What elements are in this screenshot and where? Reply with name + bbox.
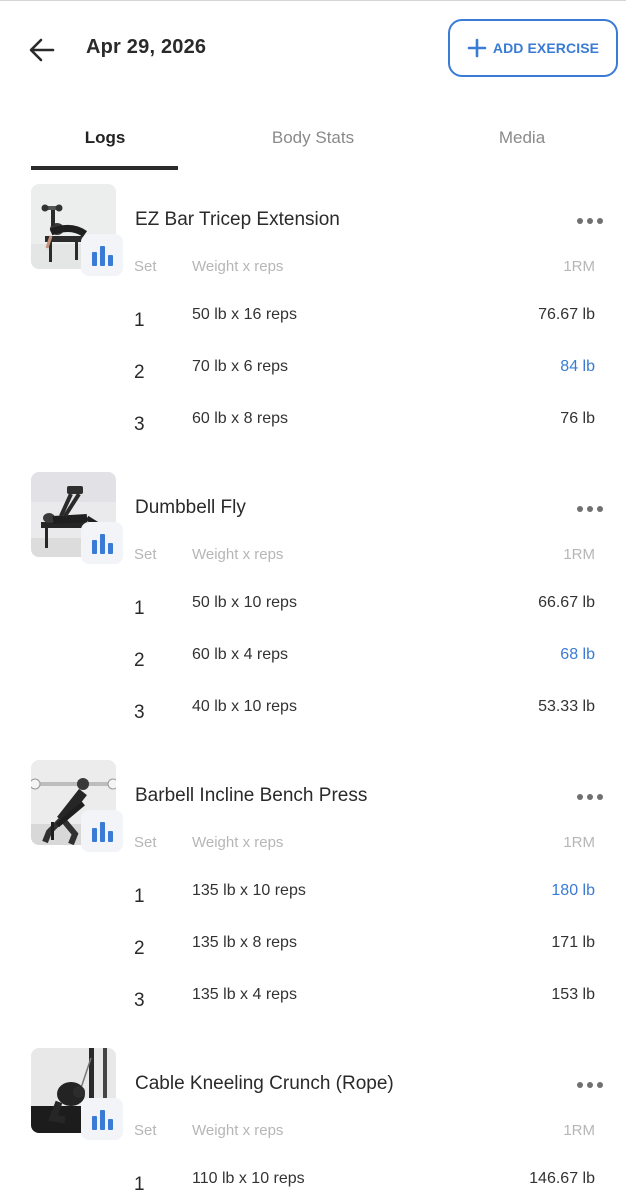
arrow-left-icon	[29, 38, 55, 62]
one-rep-max: 53.33 lb	[538, 698, 595, 715]
weight-reps: 60 lb x 8 reps	[192, 410, 289, 427]
set-number: 1	[134, 886, 145, 907]
one-rep-max: 76.67 lb	[538, 306, 595, 323]
weight-column-header: Weight x reps	[192, 258, 284, 275]
set-number: 2	[134, 938, 145, 959]
one-rep-max-record: 68 lb	[560, 646, 595, 663]
set-row[interactable]: 1 110 lb x 10 reps 146.67 lb	[0, 1166, 626, 1200]
one-rep-max-record: 84 lb	[560, 358, 595, 375]
weight-reps: 135 lb x 8 reps	[192, 934, 297, 951]
set-column-header: Set	[134, 834, 157, 851]
more-dots-icon	[577, 1082, 583, 1088]
one-rep-max: 146.67 lb	[529, 1170, 595, 1187]
set-column-header: Set	[134, 1122, 157, 1139]
weight-column-header: Weight x reps	[192, 546, 284, 563]
more-options-button[interactable]	[570, 494, 610, 524]
weight-reps: 135 lb x 4 reps	[192, 986, 297, 1003]
more-dots-icon	[577, 218, 583, 224]
1rm-column-header: 1RM	[563, 258, 595, 275]
tab-media[interactable]: Media	[448, 108, 596, 168]
page-title: Apr 29, 2026	[86, 36, 207, 58]
set-row[interactable]: 1 135 lb x 10 reps 180 lb	[0, 878, 626, 930]
set-column-header: Set	[134, 546, 157, 563]
bar-chart-icon	[91, 252, 97, 266]
set-row[interactable]: 3 40 lb x 10 reps 53.33 lb	[0, 694, 626, 746]
more-dots-icon	[577, 794, 583, 800]
weight-reps: 60 lb x 4 reps	[192, 646, 289, 663]
active-tab-indicator	[31, 166, 178, 170]
weight-column-header: Weight x reps	[192, 834, 284, 851]
set-row[interactable]: 3 135 lb x 4 reps 153 lb	[0, 982, 626, 1034]
set-number: 2	[134, 650, 145, 671]
one-rep-max: 171 lb	[551, 934, 595, 951]
weight-reps: 135 lb x 10 reps	[192, 882, 306, 899]
1rm-column-header: 1RM	[563, 546, 595, 563]
set-row[interactable]: 2 70 lb x 6 reps 84 lb	[0, 354, 626, 406]
one-rep-max: 66.67 lb	[538, 594, 595, 611]
set-number: 3	[134, 990, 145, 1011]
stats-chart-button[interactable]	[81, 234, 123, 276]
1rm-column-header: 1RM	[563, 1122, 595, 1139]
more-options-button[interactable]	[570, 206, 610, 236]
stats-chart-button[interactable]	[81, 522, 123, 564]
1rm-column-header: 1RM	[563, 834, 595, 851]
exercise-card: EZ Bar Tricep Extension Set Weight x rep…	[0, 184, 626, 472]
weight-column-header: Weight x reps	[192, 1122, 284, 1139]
weight-reps: 70 lb x 6 reps	[192, 358, 289, 375]
one-rep-max-record: 180 lb	[551, 882, 595, 899]
set-number: 3	[134, 414, 145, 435]
header: Apr 29, 2026 ADD EXERCISE	[0, 0, 626, 100]
set-column-header: Set	[134, 258, 157, 275]
bar-chart-icon	[91, 1116, 97, 1130]
set-row[interactable]: 3 60 lb x 8 reps 76 lb	[0, 406, 626, 458]
set-number: 3	[134, 702, 145, 723]
set-row[interactable]: 1 50 lb x 16 reps 76.67 lb	[0, 302, 626, 354]
more-dots-icon	[577, 506, 583, 512]
set-row[interactable]: 1 50 lb x 10 reps 66.67 lb	[0, 590, 626, 642]
exercise-card: Dumbbell Fly Set Weight x reps 1RM 1 50 …	[0, 472, 626, 760]
one-rep-max: 76 lb	[560, 410, 595, 427]
exercise-name[interactable]: Cable Kneeling Crunch (Rope)	[135, 1073, 394, 1095]
weight-reps: 110 lb x 10 reps	[192, 1170, 305, 1187]
set-number: 2	[134, 362, 145, 383]
back-button[interactable]	[24, 32, 60, 68]
bar-chart-icon	[91, 828, 97, 842]
set-row[interactable]: 2 135 lb x 8 reps 171 lb	[0, 930, 626, 982]
tab-body-stats[interactable]: Body Stats	[239, 108, 387, 168]
bar-chart-icon	[91, 540, 97, 554]
exercise-card: Barbell Incline Bench Press Set Weight x…	[0, 760, 626, 1048]
add-exercise-label: ADD EXERCISE	[492, 40, 600, 56]
stats-chart-button[interactable]	[81, 1098, 123, 1140]
weight-reps: 50 lb x 10 reps	[192, 594, 297, 611]
stats-chart-button[interactable]	[81, 810, 123, 852]
set-number: 1	[134, 1174, 145, 1195]
set-row[interactable]: 2 60 lb x 4 reps 68 lb	[0, 642, 626, 694]
exercise-name[interactable]: Dumbbell Fly	[135, 497, 246, 519]
exercise-card: Cable Kneeling Crunch (Rope) Set Weight …	[0, 1048, 626, 1200]
weight-reps: 40 lb x 10 reps	[192, 698, 297, 715]
add-exercise-button[interactable]: ADD EXERCISE	[448, 19, 618, 77]
plus-icon	[467, 38, 487, 58]
set-number: 1	[134, 598, 145, 619]
one-rep-max: 153 lb	[551, 986, 595, 1003]
tab-logs[interactable]: Logs	[31, 108, 179, 168]
weight-reps: 50 lb x 16 reps	[192, 306, 297, 323]
more-options-button[interactable]	[570, 1070, 610, 1100]
tab-bar: Logs Body Stats Media	[0, 108, 626, 172]
exercise-name[interactable]: Barbell Incline Bench Press	[135, 785, 367, 807]
set-number: 1	[134, 310, 145, 331]
exercise-name[interactable]: EZ Bar Tricep Extension	[135, 209, 340, 231]
more-options-button[interactable]	[570, 782, 610, 812]
